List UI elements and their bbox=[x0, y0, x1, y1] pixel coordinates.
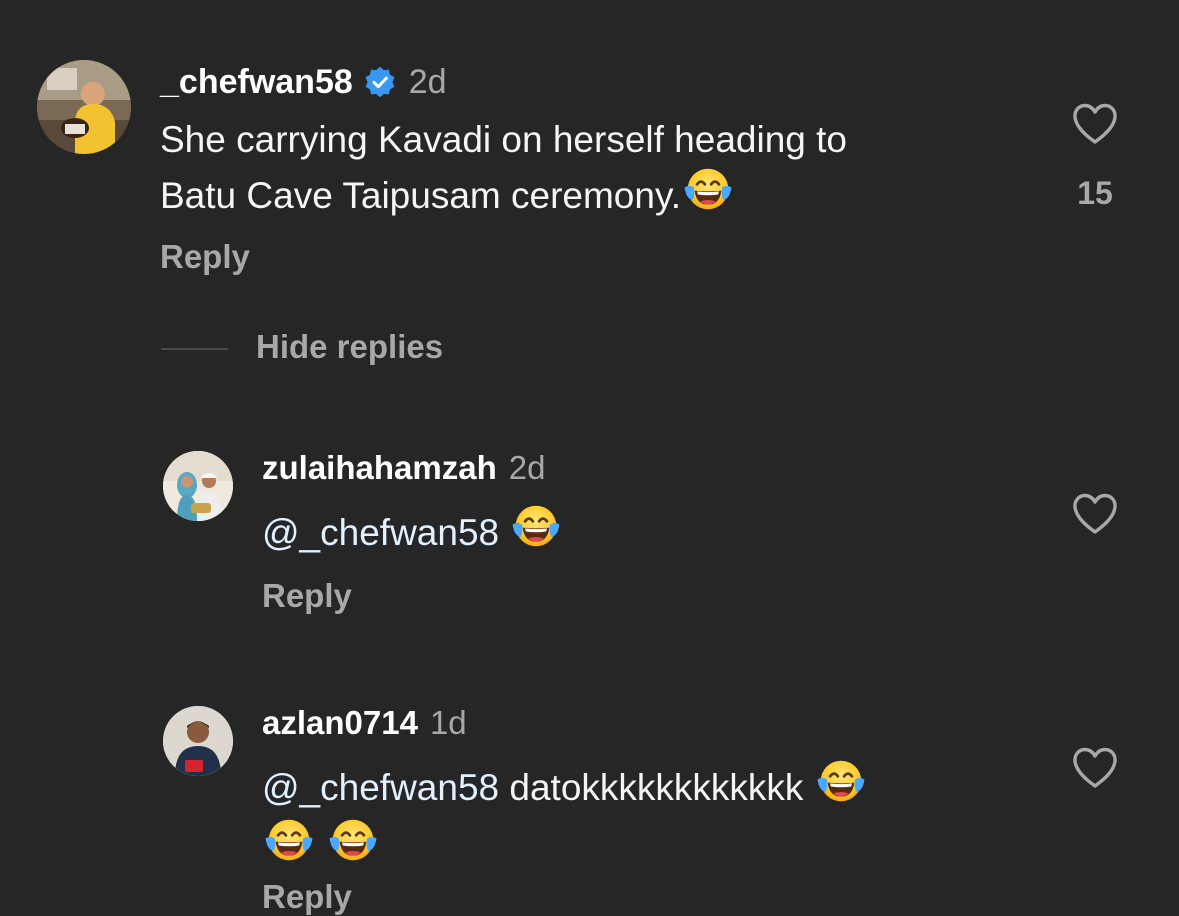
avatar[interactable] bbox=[163, 451, 233, 521]
tears-of-joy-emoji-icon bbox=[328, 815, 378, 865]
comment-text-line: She carrying Kavadi on herself heading t… bbox=[160, 119, 847, 160]
reply-text: @_chefwan58 bbox=[262, 501, 1042, 557]
tears-of-joy-emoji-icon bbox=[683, 164, 733, 214]
comment-text-span: Batu Cave Taipusam ceremony. bbox=[160, 175, 681, 216]
like-count: 15 bbox=[1077, 175, 1113, 211]
heart-icon[interactable] bbox=[1071, 492, 1119, 536]
reply-username[interactable]: azlan0714 1d bbox=[262, 702, 467, 744]
reply-text-span: datokkkkkkkkkkkk bbox=[509, 767, 804, 808]
avatar[interactable] bbox=[163, 706, 233, 776]
username-text[interactable]: azlan0714 bbox=[262, 704, 418, 742]
reply-button[interactable]: Reply bbox=[160, 238, 250, 276]
username-text[interactable]: zulaihahamzah bbox=[262, 449, 497, 487]
hide-replies-button[interactable]: Hide replies bbox=[256, 328, 443, 366]
tears-of-joy-emoji-icon bbox=[511, 501, 561, 551]
reply-username[interactable]: zulaihahamzah 2d bbox=[262, 447, 545, 489]
reply-text: @_chefwan58 datokkkkkkkkkkkk bbox=[262, 756, 1022, 874]
heart-icon[interactable] bbox=[1071, 746, 1119, 790]
reply-timestamp: 1d bbox=[429, 704, 467, 741]
tears-of-joy-emoji-icon bbox=[816, 756, 866, 806]
mention-link[interactable]: @_chefwan58 bbox=[262, 512, 499, 553]
username-text[interactable]: _chefwan58 bbox=[160, 63, 353, 102]
tears-of-joy-emoji-icon bbox=[264, 815, 314, 865]
mention-link[interactable]: @_chefwan58 bbox=[262, 767, 499, 808]
heart-icon[interactable] bbox=[1071, 102, 1119, 146]
thread-divider bbox=[161, 348, 228, 350]
reply-button[interactable]: Reply bbox=[262, 577, 352, 615]
comment-username[interactable]: _chefwan58 2d bbox=[160, 60, 447, 104]
reply-timestamp: 2d bbox=[508, 449, 546, 486]
avatar[interactable] bbox=[37, 60, 131, 154]
reply-button[interactable]: Reply bbox=[262, 878, 352, 916]
comment-text: She carrying Kavadi on herself heading t… bbox=[160, 115, 1040, 220]
verified-badge-icon bbox=[363, 65, 397, 99]
comment-timestamp: 2d bbox=[408, 62, 447, 101]
comment-text-line: Batu Cave Taipusam ceremony. bbox=[160, 164, 1040, 220]
